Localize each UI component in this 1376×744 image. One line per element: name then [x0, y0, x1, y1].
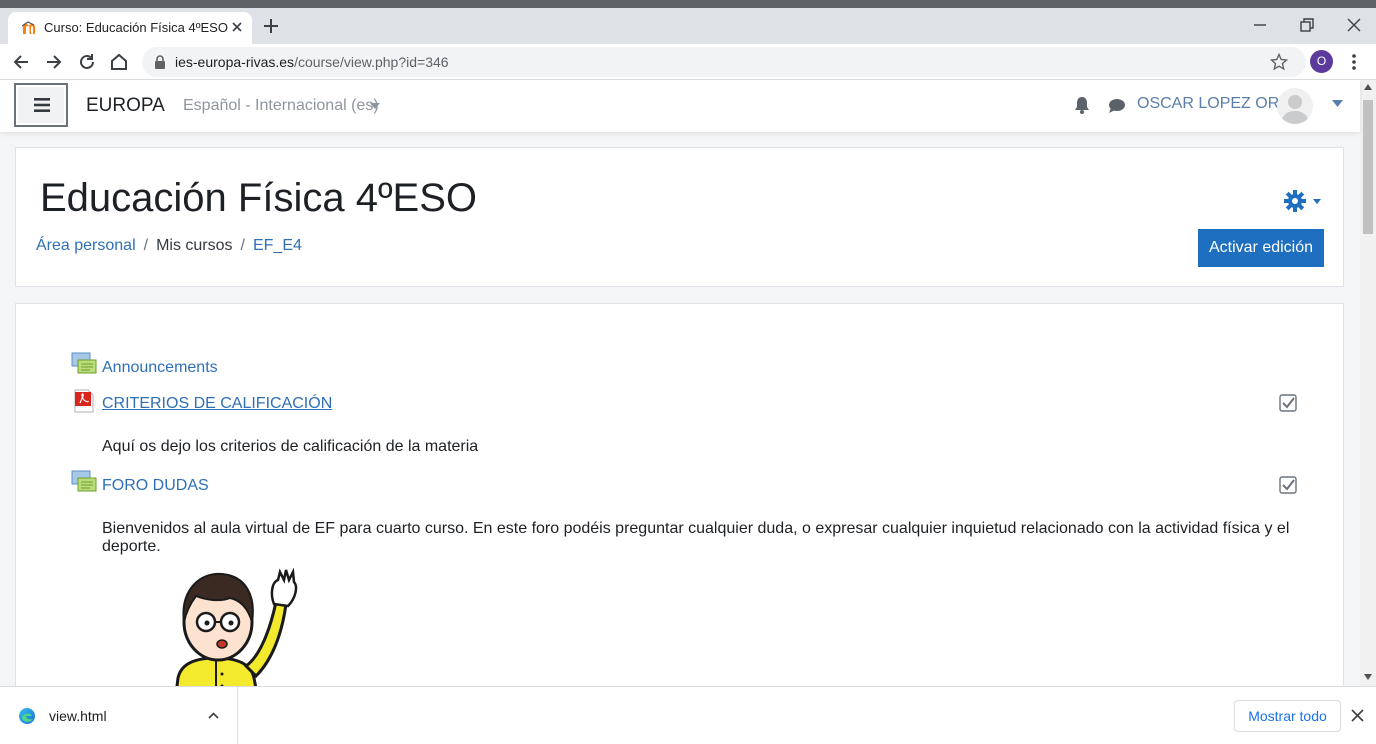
- course-header: Educación Física 4ºESO Área personal / Mis…: [15, 147, 1344, 287]
- forum-icon: [71, 470, 97, 492]
- page-content: Educación Física 4ºESO Área personal / Mis…: [0, 132, 1360, 686]
- show-all-downloads-button[interactable]: Mostrar todo: [1234, 700, 1341, 732]
- reload-icon[interactable]: [76, 51, 98, 73]
- moodle-favicon-icon: [22, 21, 35, 34]
- turn-editing-on-button[interactable]: Activar edición: [1198, 229, 1324, 267]
- breadcrumb-item-course[interactable]: EF_E4: [253, 237, 302, 254]
- scrollbar-thumb[interactable]: [1363, 100, 1373, 234]
- user-silhouette-icon: [1281, 95, 1309, 124]
- drawer-toggle-button[interactable]: [14, 83, 68, 127]
- cartoon-student-raising-hand-image: [175, 567, 298, 686]
- scroll-up-arrow-icon[interactable]: [1364, 84, 1372, 90]
- language-menu[interactable]: Español - Internacional (es): [183, 97, 379, 115]
- completion-checkbox-icon[interactable]: [1279, 394, 1297, 412]
- activity-link-criterios[interactable]: CRITERIOS DE CALIFICACIÓN: [102, 395, 332, 413]
- activity-link-announcements[interactable]: Announcements: [102, 359, 218, 377]
- forum-icon: [71, 352, 97, 374]
- scroll-down-arrow-icon[interactable]: [1364, 674, 1372, 680]
- profile-avatar[interactable]: O: [1310, 50, 1333, 73]
- page-title: Educación Física 4ºESO: [40, 176, 478, 220]
- breadcrumb-separator: /: [143, 237, 149, 254]
- more-menu-icon[interactable]: [1346, 52, 1362, 72]
- course-settings-gear-icon[interactable]: [1284, 189, 1324, 213]
- site-name-link[interactable]: EUROPA: [86, 95, 165, 117]
- close-downloads-icon[interactable]: [1351, 709, 1364, 722]
- bookmark-star-icon[interactable]: [1270, 53, 1288, 71]
- close-window-icon[interactable]: [1345, 16, 1363, 34]
- breadcrumb-item-mis-cursos: Mis cursos: [156, 237, 233, 254]
- page-scrollbar[interactable]: [1360, 80, 1376, 686]
- breadcrumb-separator: /: [240, 237, 245, 254]
- hamburger-icon: [34, 98, 50, 112]
- activity-description: Bienvenidos al aula virtual de EF para c…: [102, 520, 1290, 555]
- back-icon[interactable]: [10, 51, 32, 73]
- site-navbar: EUROPA Español - Internacional (es) OSCA…: [0, 80, 1360, 132]
- download-file-name: view.html: [49, 708, 107, 724]
- window-top-strip: [0, 0, 1376, 8]
- edge-file-icon: [19, 708, 35, 724]
- pdf-icon: [74, 389, 94, 413]
- notifications-bell-icon[interactable]: [1074, 96, 1090, 114]
- messages-chat-icon[interactable]: [1108, 98, 1126, 114]
- breadcrumb-item-area-personal[interactable]: Área personal: [36, 237, 136, 254]
- download-item[interactable]: view.html: [0, 687, 238, 744]
- downloads-bar: view.html Mostrar todo: [0, 686, 1376, 744]
- url-path: /course/view.php?id=346: [294, 54, 449, 70]
- activity-link-foro-dudas[interactable]: FORO DUDAS: [102, 477, 209, 495]
- forward-icon[interactable]: [43, 51, 65, 73]
- activity-description: Aquí os dejo los criterios de calificaci…: [102, 438, 479, 455]
- restore-icon[interactable]: [1298, 16, 1316, 34]
- course-sections: Announcements CRITERIOS DE CALIFICACIÓN …: [15, 303, 1344, 686]
- tab-strip: Curso: Educación Física 4ºESO: [0, 8, 1376, 44]
- url-text: ies-europa-rivas.es/course/view.php?id=3…: [175, 54, 449, 70]
- tab-title: Curso: Educación Física 4ºESO: [44, 20, 228, 35]
- lock-icon: [155, 55, 165, 69]
- address-bar[interactable]: ies-europa-rivas.es/course/view.php?id=3…: [142, 47, 1306, 77]
- close-tab-icon[interactable]: [228, 18, 246, 36]
- new-tab-icon[interactable]: [262, 17, 280, 35]
- user-menu-caret-icon[interactable]: [1332, 100, 1343, 107]
- browser-toolbar: ies-europa-rivas.es/course/view.php?id=3…: [0, 44, 1376, 80]
- completion-checkbox-icon[interactable]: [1279, 476, 1297, 494]
- browser-tab[interactable]: Curso: Educación Física 4ºESO: [8, 12, 252, 44]
- url-host: ies-europa-rivas.es: [175, 54, 295, 70]
- user-avatar[interactable]: [1277, 88, 1313, 124]
- caret-down-icon[interactable]: [370, 103, 380, 109]
- breadcrumb: Área personal / Mis cursos / EF_E4: [36, 237, 302, 255]
- minimize-icon[interactable]: [1251, 16, 1269, 34]
- chevron-up-icon[interactable]: [208, 712, 219, 719]
- home-icon[interactable]: [108, 51, 130, 73]
